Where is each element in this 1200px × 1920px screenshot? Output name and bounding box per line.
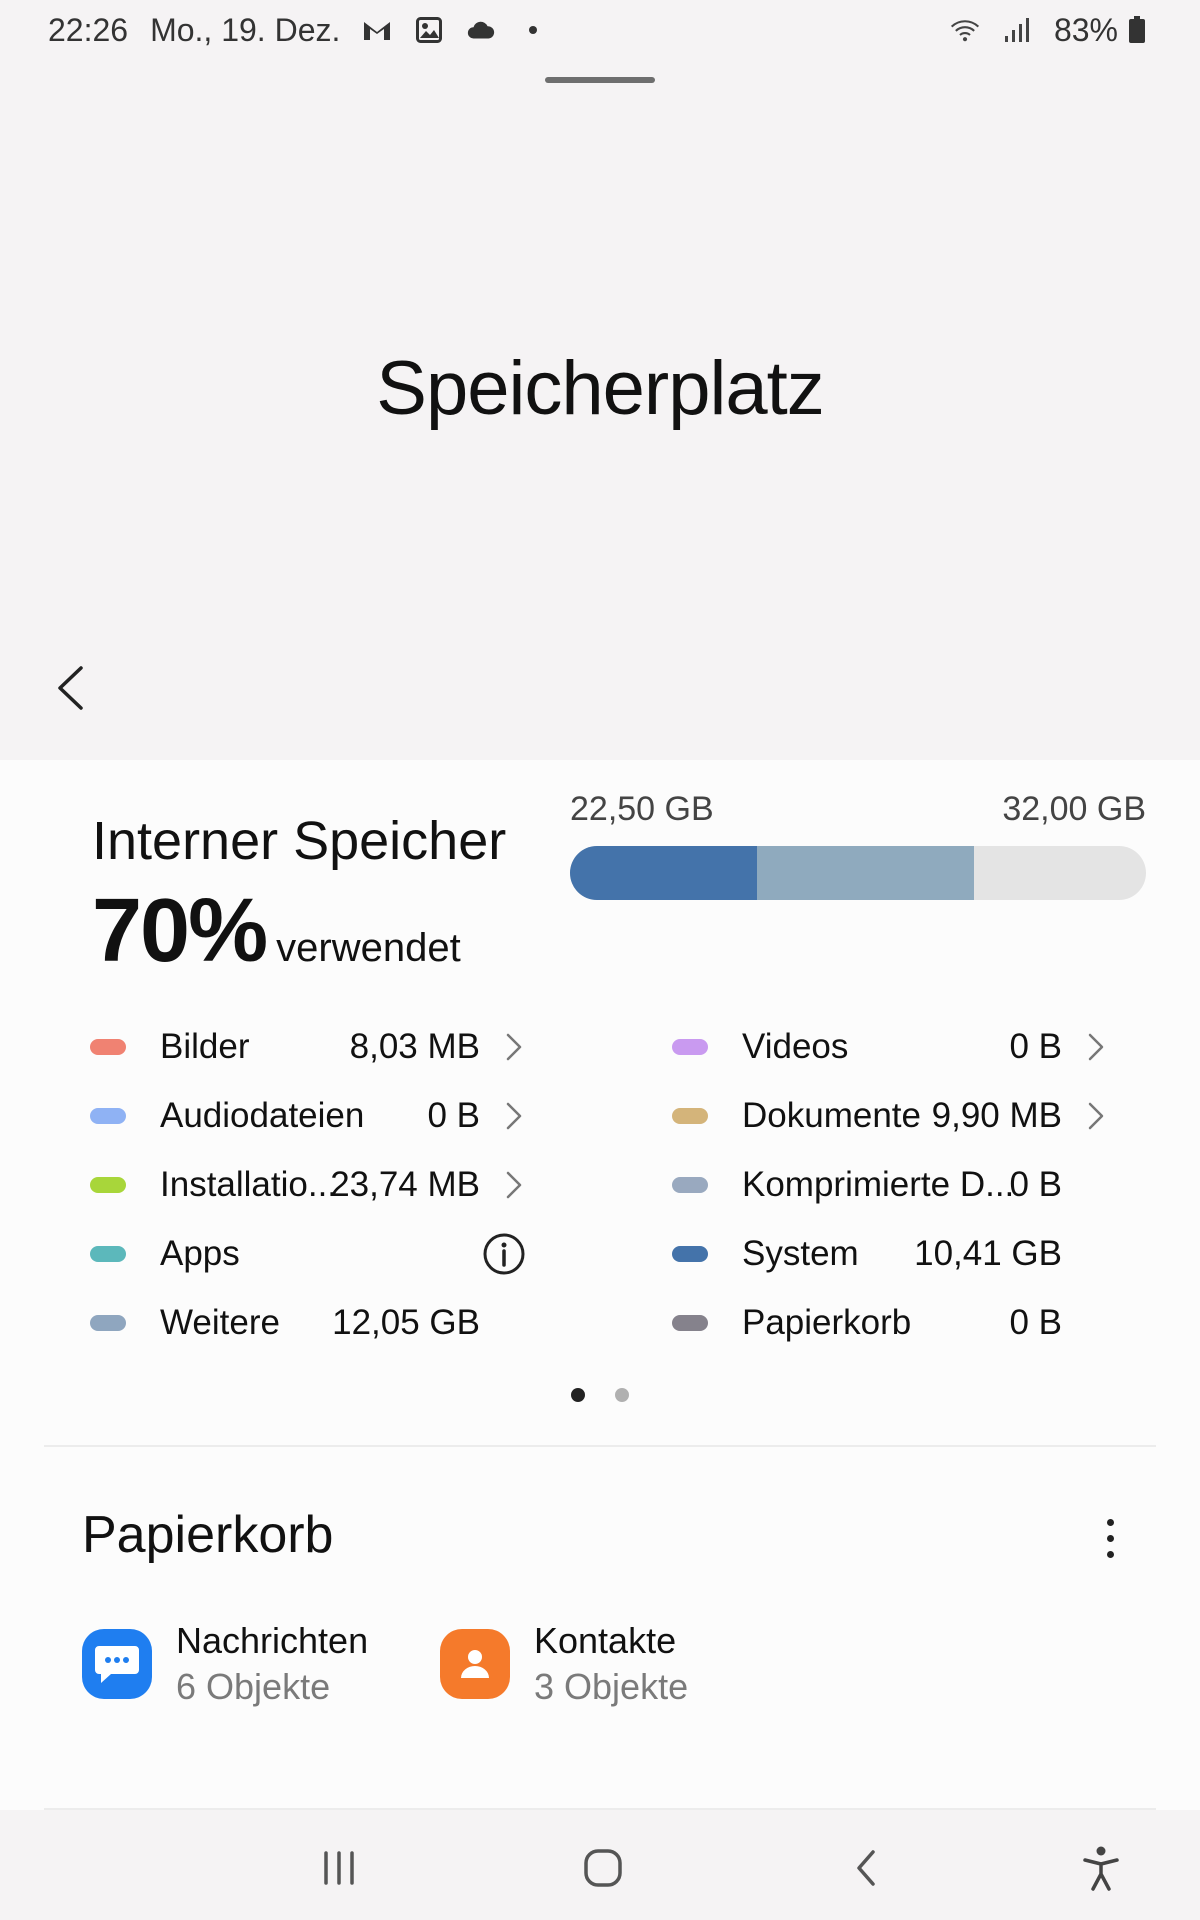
back-icon bbox=[857, 1850, 875, 1886]
category-color-swatch bbox=[672, 1314, 708, 1331]
category-row-weitere: Weitere 12,05 GB bbox=[90, 1288, 530, 1357]
navigation-bar bbox=[0, 1810, 1200, 1920]
category-color-swatch bbox=[90, 1038, 126, 1055]
storage-bar bbox=[570, 846, 1146, 900]
status-left: 22:26 Mo., 19. Dez. bbox=[48, 12, 548, 49]
category-size: 12,05 GB bbox=[332, 1302, 480, 1342]
chevron-left-icon bbox=[58, 666, 83, 710]
page-indicator-dot[interactable] bbox=[615, 1388, 629, 1402]
contacts-icon bbox=[440, 1629, 510, 1699]
usage-label: verwendet bbox=[276, 926, 461, 970]
storage-heading: Interner Speicher bbox=[92, 811, 507, 871]
trash-heading: Papierkorb bbox=[82, 1506, 334, 1564]
category-size: 0 B bbox=[1009, 1026, 1062, 1066]
page-title: Speicherplatz bbox=[376, 346, 825, 431]
category-size: 9,90 MB bbox=[931, 1095, 1062, 1135]
total-size: 32,00 GB bbox=[1002, 790, 1146, 828]
recents-icon bbox=[324, 1851, 354, 1885]
category-size: 10,41 GB bbox=[914, 1233, 1062, 1273]
category-color-swatch bbox=[90, 1245, 126, 1262]
storage-usage: 70% verwendet bbox=[92, 880, 461, 983]
category-color-swatch bbox=[672, 1176, 708, 1193]
messages-icon bbox=[82, 1629, 152, 1699]
category-size: 0 B bbox=[427, 1095, 480, 1135]
accessibility-icon bbox=[1083, 1846, 1119, 1891]
trash-item-name: Kontakte bbox=[534, 1620, 677, 1661]
trash-item-name: Nachrichten bbox=[176, 1620, 369, 1661]
back-button[interactable] bbox=[50, 660, 90, 716]
category-row-dokumente[interactable]: Dokumente 9,90 MB bbox=[672, 1081, 1112, 1150]
category-row-apps[interactable]: Apps bbox=[90, 1219, 530, 1288]
page-indicator bbox=[0, 1388, 1200, 1402]
category-size: 0 B bbox=[1009, 1164, 1062, 1204]
back-nav-button[interactable] bbox=[836, 1840, 896, 1896]
usage-percent: 70% bbox=[92, 881, 268, 981]
storage-bar-labels: 22,50 GB 32,00 GB bbox=[570, 790, 1146, 829]
status-right: 83% bbox=[950, 12, 1152, 49]
page-indicator-dot[interactable] bbox=[571, 1388, 585, 1402]
category-color-swatch bbox=[90, 1107, 126, 1124]
storage-bar-segment bbox=[570, 846, 758, 900]
category-size: 8,03 MB bbox=[349, 1026, 480, 1066]
storage-card: Interner Speicher 70% verwendet 22,50 GB… bbox=[0, 760, 1200, 1810]
category-row-installatio[interactable]: Installatio... 23,74 MB bbox=[90, 1150, 530, 1219]
status-date: Mo., 19. Dez. bbox=[150, 11, 341, 48]
category-row-papierkorb: Papierkorb 0 B bbox=[672, 1288, 1112, 1357]
category-list-left: Bilder 8,03 MB Audiodateien 0 B Installatio.… bbox=[90, 1012, 530, 1357]
trash-items: Nachrichten 6 Objekte Kontakte 3 Objekte bbox=[82, 1620, 798, 1708]
chevron-right-icon[interactable] bbox=[1080, 1096, 1112, 1136]
chevron-right-icon[interactable] bbox=[498, 1027, 530, 1067]
storage-bar-segment bbox=[757, 846, 975, 900]
more-dot bbox=[1106, 1534, 1114, 1542]
trash-item-contacts[interactable]: Kontakte 3 Objekte bbox=[440, 1620, 798, 1708]
battery-icon bbox=[1122, 16, 1152, 44]
category-row-bilder[interactable]: Bilder 8,03 MB bbox=[90, 1012, 530, 1081]
home-button[interactable] bbox=[573, 1840, 633, 1896]
dot-icon bbox=[518, 16, 548, 44]
wifi-icon bbox=[950, 16, 980, 44]
gallery-icon bbox=[414, 16, 444, 44]
info-icon[interactable] bbox=[482, 1233, 526, 1274]
signal-icon bbox=[1002, 16, 1032, 44]
divider bbox=[44, 1445, 1156, 1447]
cloud-icon bbox=[466, 16, 496, 44]
category-row-komprimierte-d: Komprimierte D... 0 B bbox=[672, 1150, 1112, 1219]
category-label: Apps bbox=[160, 1233, 240, 1273]
trash-item-count: 6 Objekte bbox=[176, 1666, 331, 1707]
accessibility-button[interactable] bbox=[1071, 1840, 1131, 1896]
battery-percent: 83% bbox=[1053, 11, 1118, 48]
chevron-right-icon[interactable] bbox=[498, 1165, 530, 1205]
used-size: 22,50 GB bbox=[570, 790, 714, 828]
category-color-swatch bbox=[672, 1245, 708, 1262]
category-row-videos[interactable]: Videos 0 B bbox=[672, 1012, 1112, 1081]
category-color-swatch bbox=[90, 1176, 126, 1193]
trash-item-text: Kontakte 3 Objekte bbox=[534, 1620, 688, 1708]
drag-handle[interactable] bbox=[545, 77, 655, 83]
chevron-right-icon[interactable] bbox=[498, 1096, 530, 1136]
category-list-right: Videos 0 B Dokumente 9,90 MB Komprimierte D.… bbox=[672, 1012, 1112, 1357]
category-color-swatch bbox=[90, 1314, 126, 1331]
status-time: 22:26 bbox=[48, 11, 129, 48]
category-color-swatch bbox=[672, 1107, 708, 1124]
more-dot bbox=[1106, 1518, 1114, 1526]
trash-item-messages[interactable]: Nachrichten 6 Objekte bbox=[82, 1620, 440, 1708]
category-size: 0 B bbox=[1009, 1302, 1062, 1342]
gmail-icon bbox=[362, 16, 392, 44]
category-color-swatch bbox=[672, 1038, 708, 1055]
category-row-system: System 10,41 GB bbox=[672, 1219, 1112, 1288]
status-bar: 22:26 Mo., 19. Dez. 83% bbox=[0, 0, 1200, 60]
home-icon bbox=[584, 1849, 622, 1887]
category-size: 23,74 MB bbox=[330, 1164, 480, 1204]
category-row-audiodateien[interactable]: Audiodateien 0 B bbox=[90, 1081, 530, 1150]
more-options-button[interactable] bbox=[1090, 1508, 1130, 1568]
chevron-right-icon[interactable] bbox=[1080, 1027, 1112, 1067]
more-dot bbox=[1106, 1550, 1114, 1558]
trash-item-text: Nachrichten 6 Objekte bbox=[176, 1620, 368, 1708]
recents-button[interactable] bbox=[309, 1840, 369, 1896]
trash-item-count: 3 Objekte bbox=[534, 1666, 689, 1707]
